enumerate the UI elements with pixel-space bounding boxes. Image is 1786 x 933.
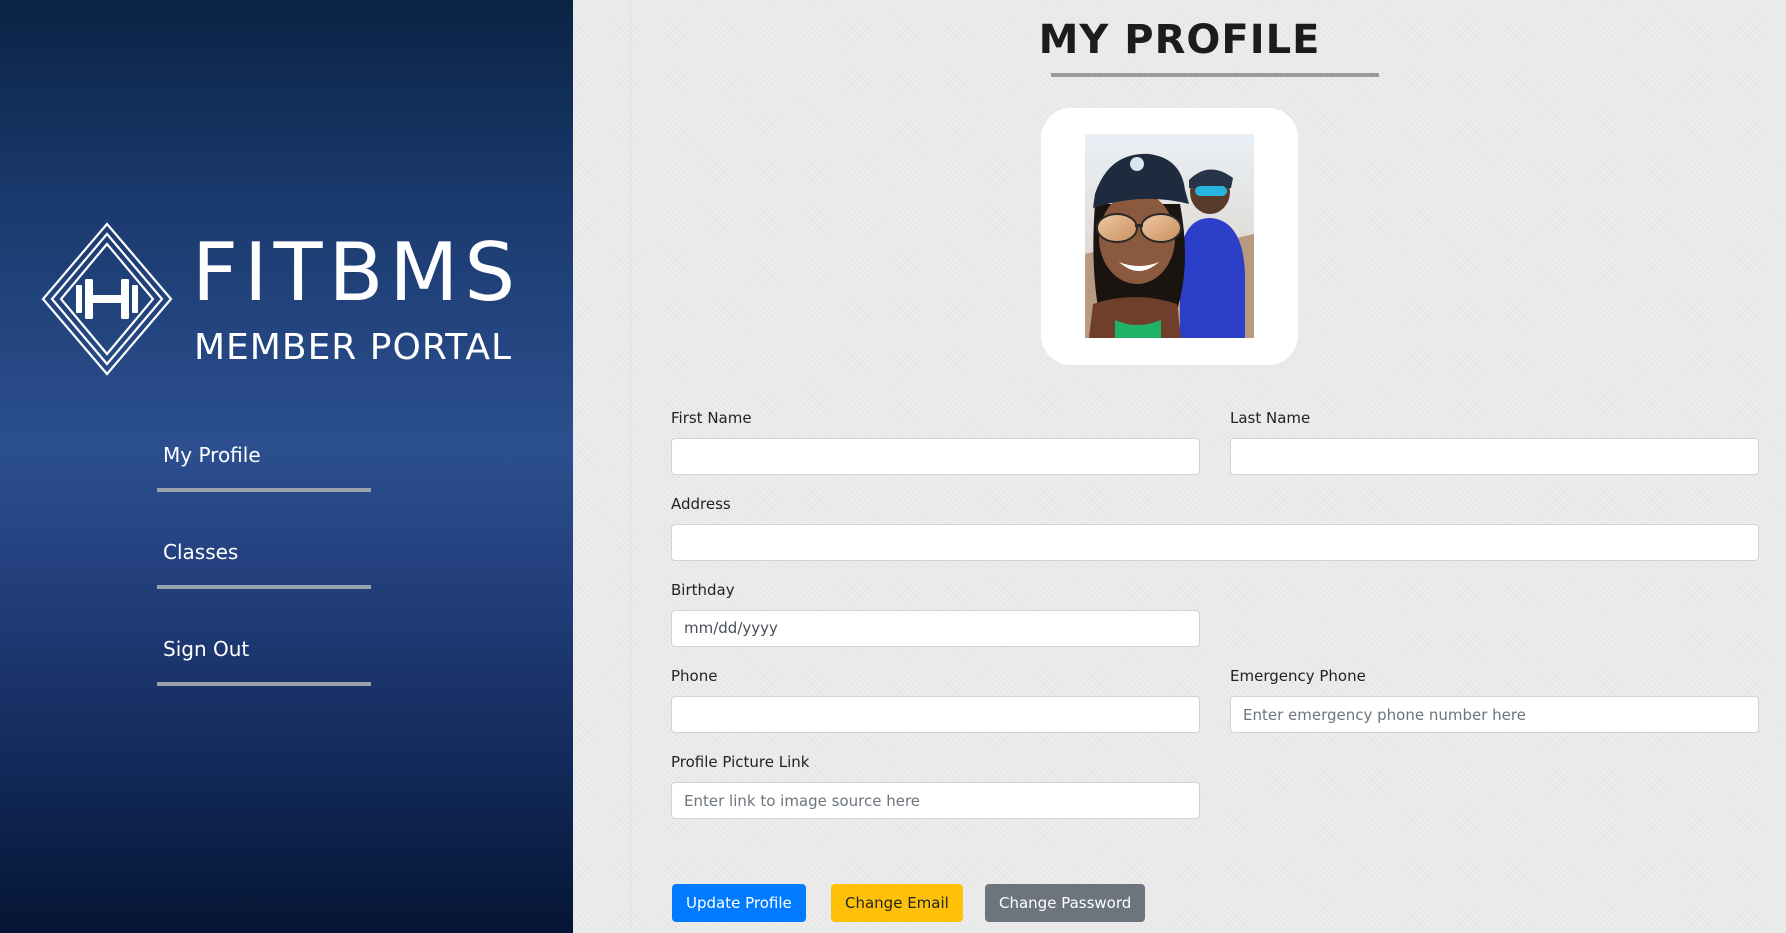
sidebar-item-my-profile[interactable]: My Profile bbox=[157, 436, 371, 533]
app: FITBMS MEMBER PORTAL My Profile Classes … bbox=[0, 0, 1786, 933]
sidebar: FITBMS MEMBER PORTAL My Profile Classes … bbox=[0, 0, 573, 933]
birthday-value: mm/dd/yyyy bbox=[684, 619, 778, 637]
birthday-field[interactable]: mm/dd/yyyy bbox=[671, 610, 1200, 647]
page-title: MY PROFILE bbox=[1038, 16, 1321, 63]
first-name-label: First Name bbox=[671, 409, 752, 427]
sidebar-item-label: Sign Out bbox=[163, 637, 250, 661]
logo: FITBMS MEMBER PORTAL bbox=[40, 222, 515, 378]
title-divider bbox=[1051, 73, 1379, 77]
address-label: Address bbox=[671, 495, 731, 513]
logo-subtitle: MEMBER PORTAL bbox=[194, 327, 513, 368]
address-field[interactable] bbox=[671, 524, 1759, 561]
phone-field[interactable] bbox=[671, 696, 1200, 733]
sidebar-item-classes[interactable]: Classes bbox=[157, 533, 371, 630]
last-name-field[interactable] bbox=[1230, 438, 1759, 475]
sidebar-item-label: My Profile bbox=[163, 443, 261, 467]
profile-picture-link-field[interactable] bbox=[671, 782, 1200, 819]
nav-underline bbox=[157, 585, 371, 589]
profile-picture-link-label: Profile Picture Link bbox=[671, 753, 810, 771]
nav-underline bbox=[157, 682, 371, 686]
first-name-field[interactable] bbox=[671, 438, 1200, 475]
change-email-button[interactable]: Change Email bbox=[831, 884, 963, 922]
emergency-phone-label: Emergency Phone bbox=[1230, 667, 1366, 685]
change-password-button[interactable]: Change Password bbox=[985, 884, 1146, 922]
phone-label: Phone bbox=[671, 667, 718, 685]
profile-picture-card bbox=[1041, 108, 1298, 365]
profile-picture bbox=[1085, 134, 1254, 338]
sidebar-nav: My Profile Classes Sign Out bbox=[157, 436, 371, 727]
divider bbox=[630, 0, 631, 933]
main-content: MY PROFILE First Name Last Name Address … bbox=[573, 0, 1786, 933]
sidebar-item-label: Classes bbox=[163, 540, 239, 564]
logo-title: FITBMS bbox=[192, 226, 522, 319]
dumbbell-diamond-icon bbox=[41, 222, 173, 376]
update-profile-button[interactable]: Update Profile bbox=[672, 884, 806, 922]
nav-underline bbox=[157, 488, 371, 492]
sidebar-item-sign-out[interactable]: Sign Out bbox=[157, 630, 371, 727]
last-name-label: Last Name bbox=[1230, 409, 1311, 427]
birthday-label: Birthday bbox=[671, 581, 735, 599]
emergency-phone-field[interactable] bbox=[1230, 696, 1759, 733]
